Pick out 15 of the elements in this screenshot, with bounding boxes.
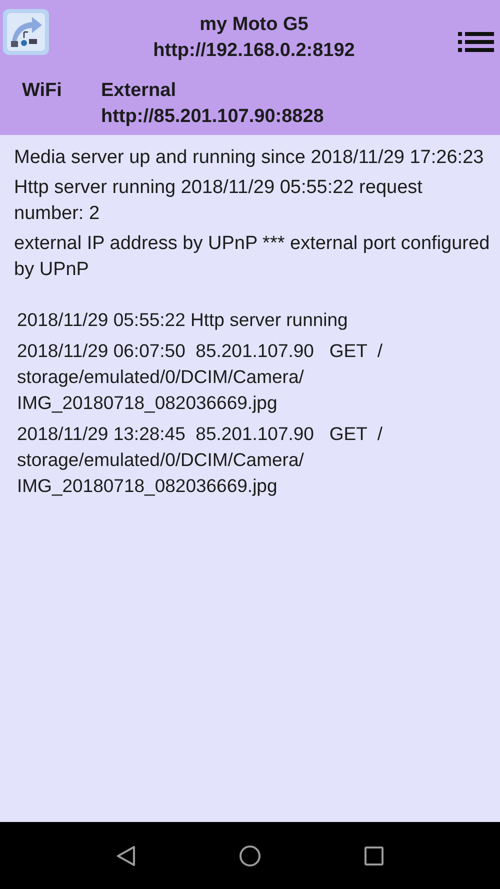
recents-icon[interactable]	[364, 846, 384, 866]
device-title: my Moto G5	[200, 13, 308, 37]
network-label: WiFi	[22, 79, 63, 103]
external-address: http://85.201.107.90:8828	[101, 105, 324, 129]
home-icon[interactable]	[239, 844, 261, 866]
status-message: Media server up and running since 2018/11/29 17:26:23	[14, 146, 485, 170]
app-icon[interactable]	[2, 8, 50, 56]
log-entry: 2018/11/29 06:07:50 85.201.107.90 GET / storage/emulated/0/DCIM/Camera/ IMG_20180718_082036669.jpg	[17, 339, 384, 415]
log-entry: 2018/11/29 13:28:45 85.201.107.90 GET / storage/emulated/0/DCIM/Camera/ IMG_20180718_082036669.jpg	[17, 422, 384, 498]
menu-icon[interactable]	[458, 30, 494, 54]
local-address: http://192.168.0.2:8192	[153, 39, 355, 63]
log-entry: 2018/11/29 05:55:22 Http server running	[17, 308, 349, 332]
back-icon[interactable]	[116, 844, 136, 866]
status-message: external IP address by UPnP *** external port configured by UPnP	[14, 232, 490, 282]
external-label: External	[101, 79, 177, 103]
